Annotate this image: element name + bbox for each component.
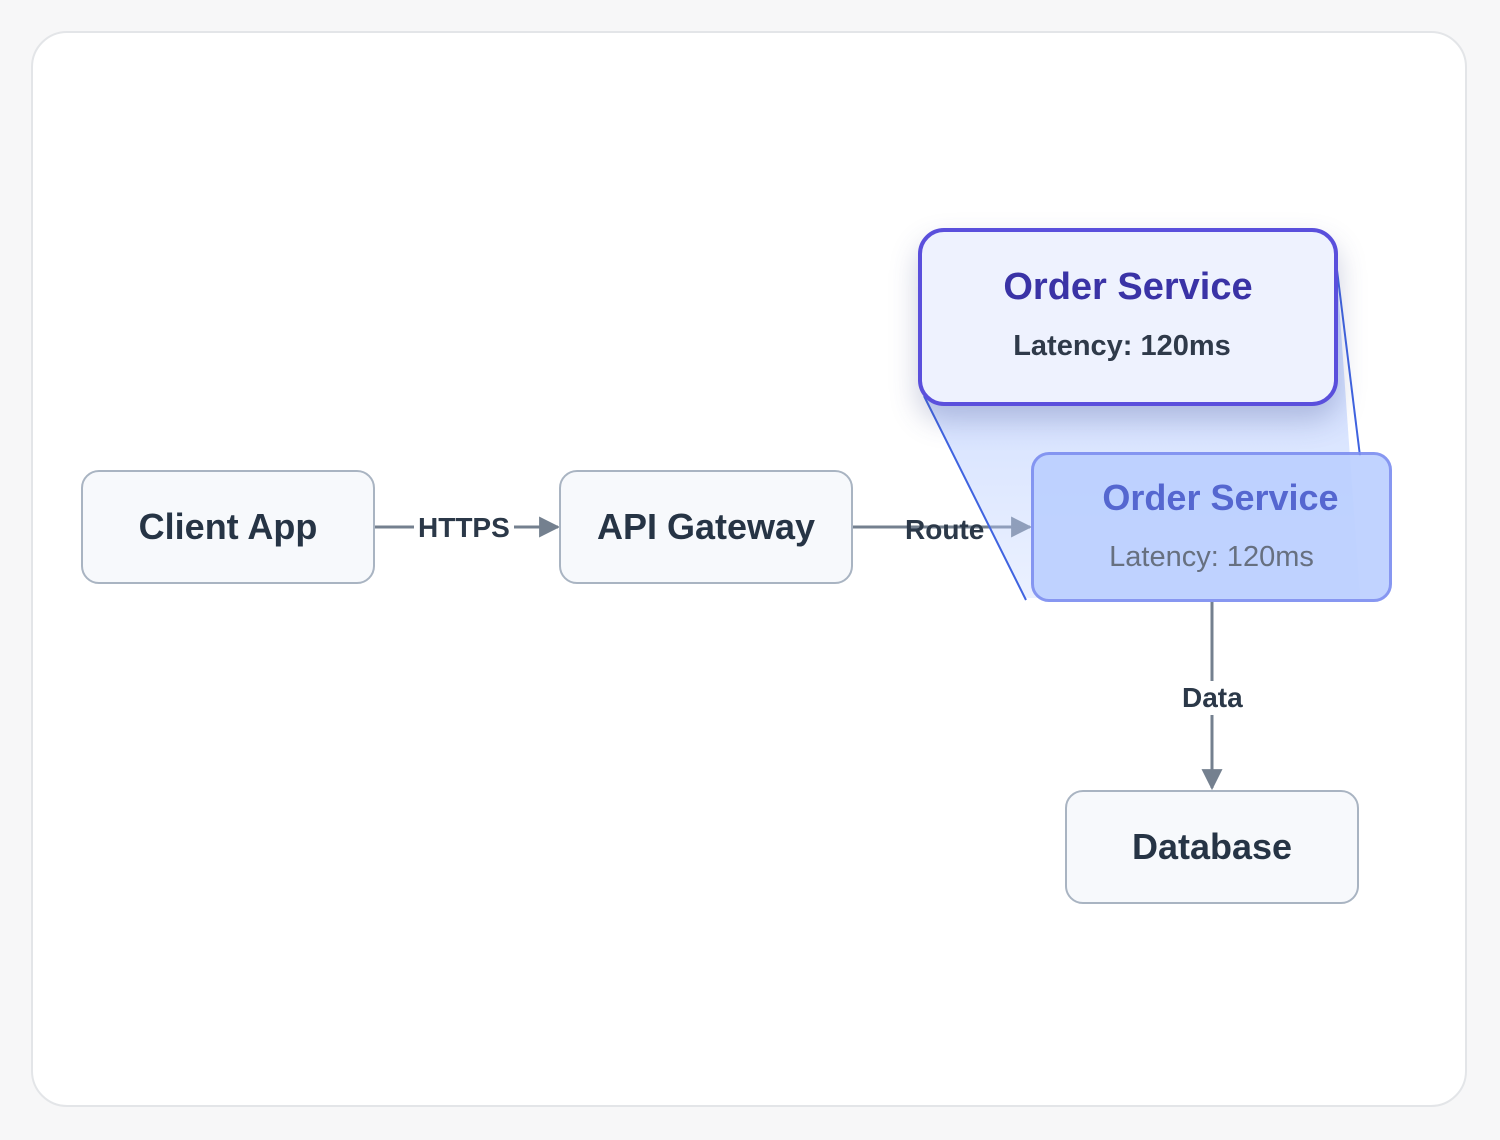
- zoom-callout-order-service: Order Service Latency: 120ms: [918, 228, 1338, 406]
- node-database-label: Database: [1131, 826, 1293, 867]
- edge-label-route: Route: [905, 514, 985, 545]
- node-client-app[interactable]: Client App: [81, 470, 375, 584]
- edge-label-https: HTTPS: [414, 511, 514, 545]
- node-client-app-label: Client App: [138, 506, 318, 547]
- node-order-service-latency: Latency: 120ms: [1109, 541, 1314, 573]
- edge-label-data: Data: [1178, 681, 1247, 715]
- node-database[interactable]: Database: [1065, 790, 1359, 904]
- node-api-gateway-label: API Gateway: [596, 506, 816, 547]
- node-order-service-title: Order Service: [1102, 477, 1339, 518]
- zoom-callout-latency: Latency: 120ms: [1013, 330, 1231, 362]
- node-api-gateway[interactable]: API Gateway: [559, 470, 853, 584]
- node-order-service[interactable]: Order Service Latency: 120ms: [1031, 452, 1392, 602]
- zoom-callout-title: Order Service: [1003, 266, 1253, 308]
